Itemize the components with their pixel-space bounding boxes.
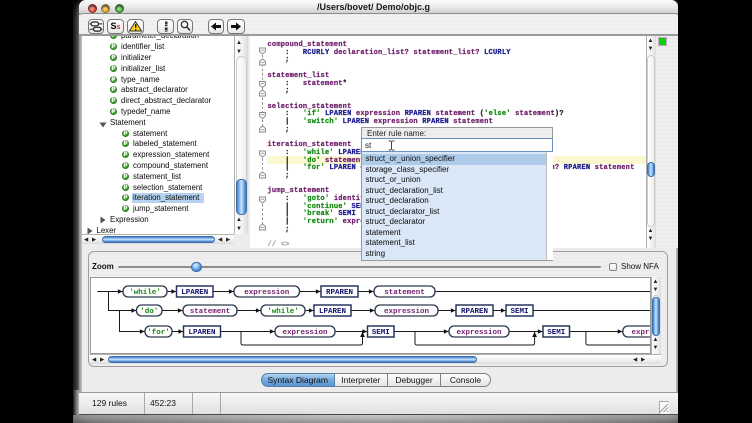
svg-text:'for': 'for' bbox=[147, 329, 170, 337]
svg-text:expre: expre bbox=[632, 329, 651, 337]
svg-text:expression: expression bbox=[384, 308, 430, 316]
svg-text:statement: statement bbox=[384, 289, 425, 297]
svg-text:expression: expression bbox=[456, 329, 502, 337]
svg-text:LPAREN: LPAREN bbox=[319, 308, 346, 316]
svg-text:statement: statement bbox=[190, 308, 231, 316]
svg-text:SEMI: SEMI bbox=[547, 329, 565, 337]
svg-text:RPAREN: RPAREN bbox=[461, 308, 488, 316]
svg-text:expression: expression bbox=[244, 289, 290, 297]
svg-text:SEMI: SEMI bbox=[372, 329, 390, 337]
svg-text:SEMI: SEMI bbox=[510, 308, 528, 316]
svg-text:'while': 'while' bbox=[129, 289, 161, 297]
svg-text:LPAREN: LPAREN bbox=[188, 329, 215, 337]
svg-text:expression: expression bbox=[282, 329, 328, 337]
svg-text:LPAREN: LPAREN bbox=[181, 289, 208, 297]
svg-text:'do': 'do' bbox=[140, 308, 158, 316]
svg-text:'while': 'while' bbox=[267, 308, 299, 316]
svg-text:RPAREN: RPAREN bbox=[326, 289, 353, 297]
